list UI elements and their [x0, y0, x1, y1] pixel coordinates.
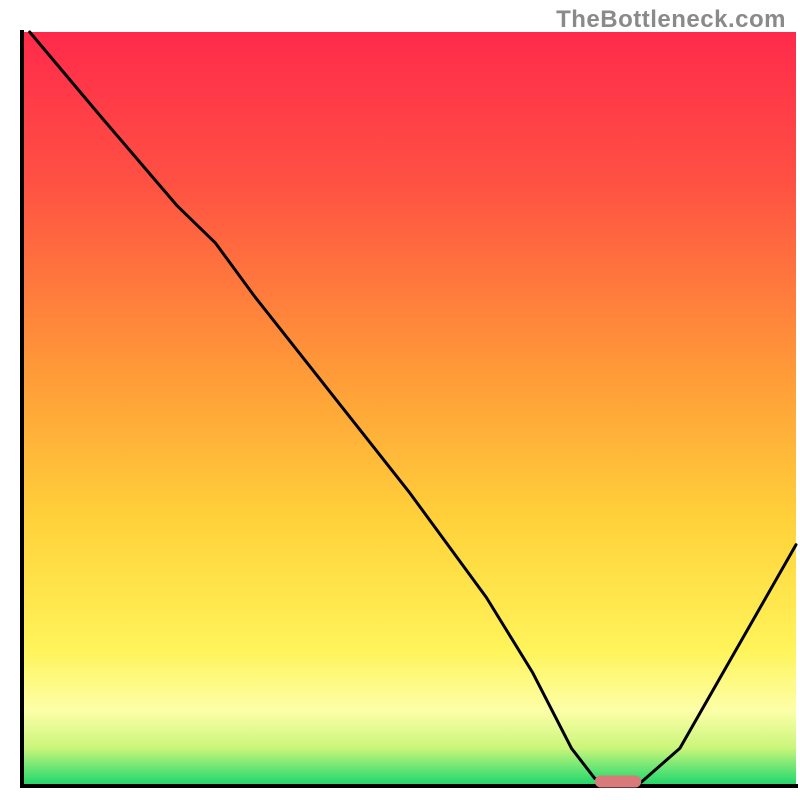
- watermark-text: TheBottleneck.com: [556, 6, 786, 34]
- chart-container: TheBottleneck.com: [0, 0, 800, 800]
- bottleneck-line-chart: [0, 0, 800, 800]
- plot-background: [22, 32, 796, 786]
- highlight-marker: [595, 775, 641, 787]
